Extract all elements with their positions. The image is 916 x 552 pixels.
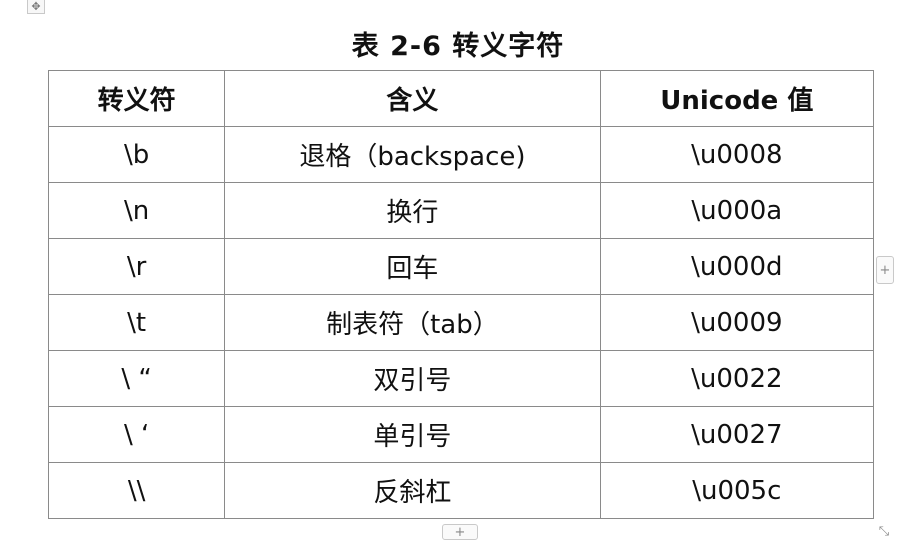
cell-escape[interactable]: \n (47, 182, 226, 239)
table-move-handle[interactable]: ✥ (27, 0, 45, 14)
cell-escape[interactable]: \r (47, 238, 226, 295)
cell-unicode[interactable]: \u000a (599, 182, 875, 239)
cell-meaning[interactable]: 回车 (224, 238, 601, 295)
cell-unicode[interactable]: \u005c (599, 462, 875, 519)
cell-escape[interactable]: \ ‘ (47, 406, 226, 463)
table-row: \t 制表符（tab） \u0009 (47, 294, 875, 351)
header-unicode: Unicode 值 (599, 70, 875, 127)
table-row: \b 退格（backspace) \u0008 (47, 126, 875, 183)
cell-meaning[interactable]: 换行 (224, 182, 601, 239)
cell-unicode[interactable]: \u0008 (599, 126, 875, 183)
cell-unicode[interactable]: \u000d (599, 238, 875, 295)
cell-meaning[interactable]: 单引号 (224, 406, 601, 463)
table-row: \\ 反斜杠 \u005c (47, 462, 875, 519)
header-escape: 转义符 (47, 70, 226, 127)
cell-meaning[interactable]: 双引号 (224, 350, 601, 407)
table-row: \n 换行 \u000a (47, 182, 875, 239)
cell-escape[interactable]: \ “ (47, 350, 226, 407)
cell-unicode[interactable]: \u0027 (599, 406, 875, 463)
add-column-icon: + (879, 262, 891, 278)
cell-meaning[interactable]: 制表符（tab） (224, 294, 601, 351)
resize-icon: ⤡ (878, 523, 890, 539)
cell-unicode[interactable]: \u0022 (599, 350, 875, 407)
header-meaning: 含义 (224, 70, 601, 127)
cell-escape[interactable]: \t (47, 294, 226, 351)
table-caption: 表 2-6 转义字符 (351, 31, 565, 62)
table-row: \ “ 双引号 \u0022 (47, 350, 875, 407)
move-icon: ✥ (31, 0, 41, 13)
cell-escape[interactable]: \b (47, 126, 226, 183)
add-row-icon: + (454, 524, 466, 540)
add-column-button[interactable]: + (876, 256, 894, 284)
cell-meaning[interactable]: 退格（backspace) (224, 126, 601, 183)
table-row: \ ‘ 单引号 \u0027 (47, 406, 875, 463)
table-header-row: 转义符 含义 Unicode 值 (47, 70, 875, 127)
cell-escape[interactable]: \\ (47, 462, 226, 519)
cell-meaning[interactable]: 反斜杠 (224, 462, 601, 519)
escape-characters-table: 转义符 含义 Unicode 值 \b 退格（backspace) \u0008… (47, 70, 875, 519)
cell-unicode[interactable]: \u0009 (599, 294, 875, 351)
table-resize-handle[interactable]: ⤡ (875, 522, 893, 540)
add-row-button[interactable]: + (442, 524, 478, 540)
table-row: \r 回车 \u000d (47, 238, 875, 295)
